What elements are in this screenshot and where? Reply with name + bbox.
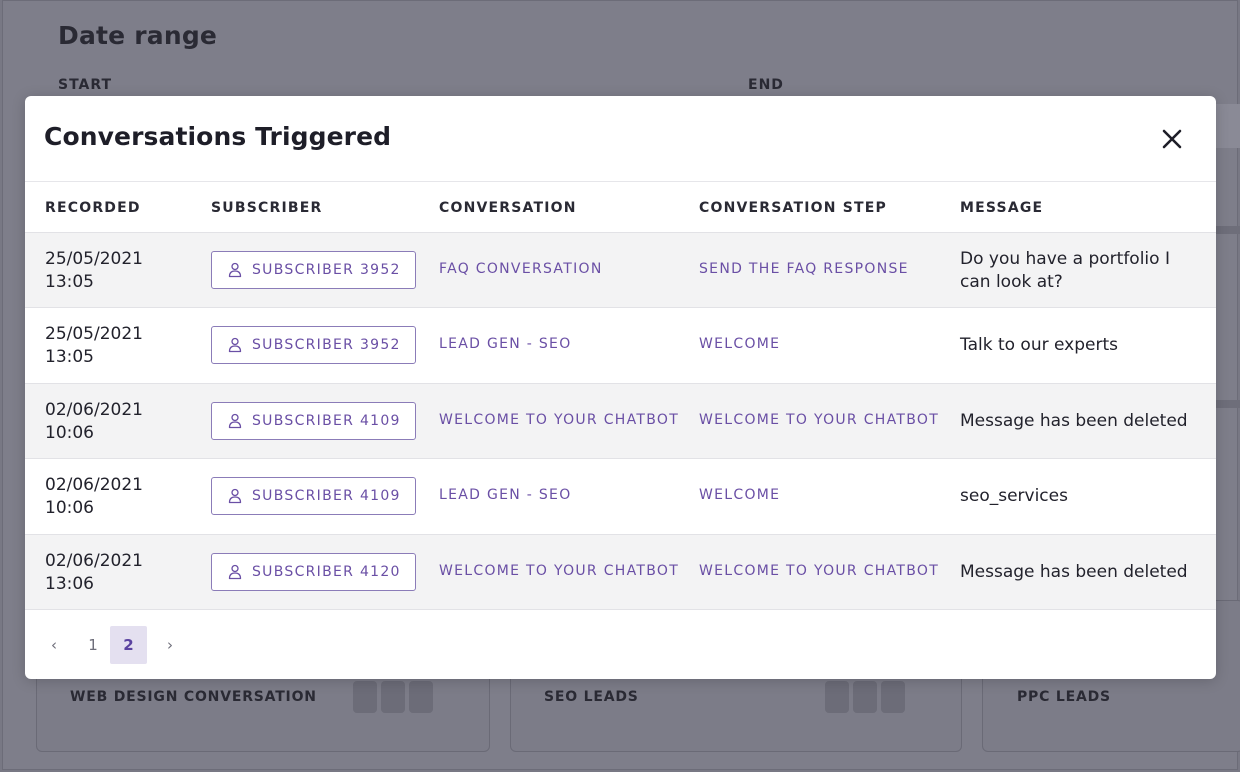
tile-label: PPC LEADS [1017,689,1111,705]
recorded-time: 10:06 [45,422,94,443]
conversation-step-link[interactable]: WELCOME TO YOUR CHATBOT [699,412,939,428]
chevron-left-icon: ‹ [51,636,57,654]
conversation-step-link[interactable]: WELCOME [699,336,780,352]
close-icon [1162,129,1182,149]
recorded-date: 25/05/2021 [45,249,143,269]
table-row: 02/06/2021 10:06 SUBSCRIBER 4109 WELCOME… [25,383,1216,460]
subscriber-label: SUBSCRIBER 4120 [252,563,401,580]
message-cell: Talk to our experts [960,335,1118,356]
subscriber-label: SUBSCRIBER 3952 [252,262,401,278]
modal-title: Conversations Triggered [44,122,392,151]
recorded-time: 13:06 [45,573,94,594]
chart-bar [853,681,877,713]
end-date-input [1214,104,1240,148]
recorded-time: 10:06 [45,498,94,519]
modal-header: Conversations Triggered [25,96,1216,182]
subscriber-cell: SUBSCRIBER 4109 [211,401,416,440]
user-icon [228,489,242,504]
background-divider [1216,226,1240,234]
table-row: 02/06/2021 13:06 SUBSCRIBER 4120 WELCOME… [25,534,1216,610]
conversation-link[interactable]: WELCOME TO YOUR CHATBOT [439,563,679,579]
recorded-date: 25/05/2021 [45,324,143,345]
pagination: ‹ 1 2 › [25,626,1216,666]
subscriber-label: SUBSCRIBER 4109 [252,488,401,505]
conversation-step-link[interactable]: WELCOME TO YOUR CHATBOT [699,563,939,579]
subscriber-button[interactable]: SUBSCRIBER 3952 [211,251,416,289]
end-label: END [748,77,784,93]
subscriber-button[interactable]: SUBSCRIBER 3952 [211,326,416,365]
recorded-date: 02/06/2021 [45,399,143,420]
chart-bar [409,681,433,713]
subscriber-button[interactable]: SUBSCRIBER 4109 [211,477,416,516]
subscriber-cell: SUBSCRIBER 3952 [211,251,416,289]
chevron-right-icon: › [167,636,173,654]
recorded-cell: 02/06/2021 10:06 [45,474,143,520]
subscriber-label: SUBSCRIBER 4109 [252,412,401,429]
table-header: RECORDED SUBSCRIBER CONVERSATION CONVERS… [25,183,1216,233]
subscriber-cell: SUBSCRIBER 3952 [211,326,416,365]
column-header-step: CONVERSATION STEP [699,200,888,216]
background-divider [1216,400,1240,408]
conversation-step-link[interactable]: SEND THE FAQ RESPONSE [699,261,909,277]
user-icon [228,413,242,428]
pagination-page-1[interactable]: 1 [83,626,103,664]
conversation-link[interactable]: FAQ CONVERSATION [439,261,603,277]
subscriber-button[interactable]: SUBSCRIBER 4120 [211,552,416,591]
message-cell: Message has been deleted [960,561,1188,582]
conversation-step-link[interactable]: WELCOME [699,487,780,503]
column-header-conversation: CONVERSATION [439,200,577,216]
conversation-link[interactable]: WELCOME TO YOUR CHATBOT [439,412,679,428]
pagination-page-2-active[interactable]: 2 [110,626,147,664]
subscriber-label: SUBSCRIBER 3952 [252,337,401,354]
subscriber-cell: SUBSCRIBER 4120 [211,552,416,591]
recorded-date: 02/06/2021 [45,475,143,496]
user-icon [228,338,242,353]
table-row: 25/05/2021 13:05 SUBSCRIBER 3952 FAQ CON… [25,233,1216,309]
conversation-link[interactable]: LEAD GEN - SEO [439,336,572,352]
chart-bar [825,681,849,713]
column-header-recorded: RECORDED [45,200,141,216]
user-icon [228,262,242,278]
message-cell: seo_services [960,486,1068,507]
message-cell: Do you have a portfolio I can look at? [960,249,1170,292]
recorded-cell: 25/05/2021 13:05 [45,248,143,294]
recorded-time: 13:05 [45,347,94,368]
table-row: 02/06/2021 10:06 SUBSCRIBER 4109 LEAD GE… [25,459,1216,535]
chart-bar [381,681,405,713]
conversations-table: RECORDED SUBSCRIBER CONVERSATION CONVERS… [25,183,1216,610]
tile-label: SEO LEADS [544,689,639,705]
column-header-subscriber: SUBSCRIBER [211,200,323,216]
tile-bar-chart [825,681,905,713]
table-row: 25/05/2021 13:05 SUBSCRIBER 3952 LEAD GE… [25,308,1216,384]
tile-label: WEB DESIGN CONVERSATION [70,689,317,705]
subscriber-cell: SUBSCRIBER 4109 [211,477,416,516]
pagination-prev-button[interactable]: ‹ [43,626,65,664]
chart-bar [353,681,377,713]
recorded-cell: 02/06/2021 10:06 [45,399,143,445]
tile-bar-chart [353,681,433,713]
user-icon [228,564,242,579]
recorded-cell: 02/06/2021 13:06 [45,550,143,596]
recorded-cell: 25/05/2021 13:05 [45,323,143,369]
recorded-date: 02/06/2021 [45,550,143,571]
conversation-link[interactable]: LEAD GEN - SEO [439,487,572,503]
date-range-title: Date range [58,21,218,50]
pagination-next-button[interactable]: › [159,626,181,664]
column-header-message: MESSAGE [960,200,1044,216]
subscriber-button[interactable]: SUBSCRIBER 4109 [211,401,416,440]
start-label: START [58,77,113,93]
conversations-modal: Conversations Triggered RECORDED SUBSCRI… [25,96,1216,679]
chart-bar [881,681,905,713]
recorded-time: 13:05 [45,272,94,292]
close-button[interactable] [1157,124,1187,154]
message-cell: Message has been deleted [960,410,1188,431]
